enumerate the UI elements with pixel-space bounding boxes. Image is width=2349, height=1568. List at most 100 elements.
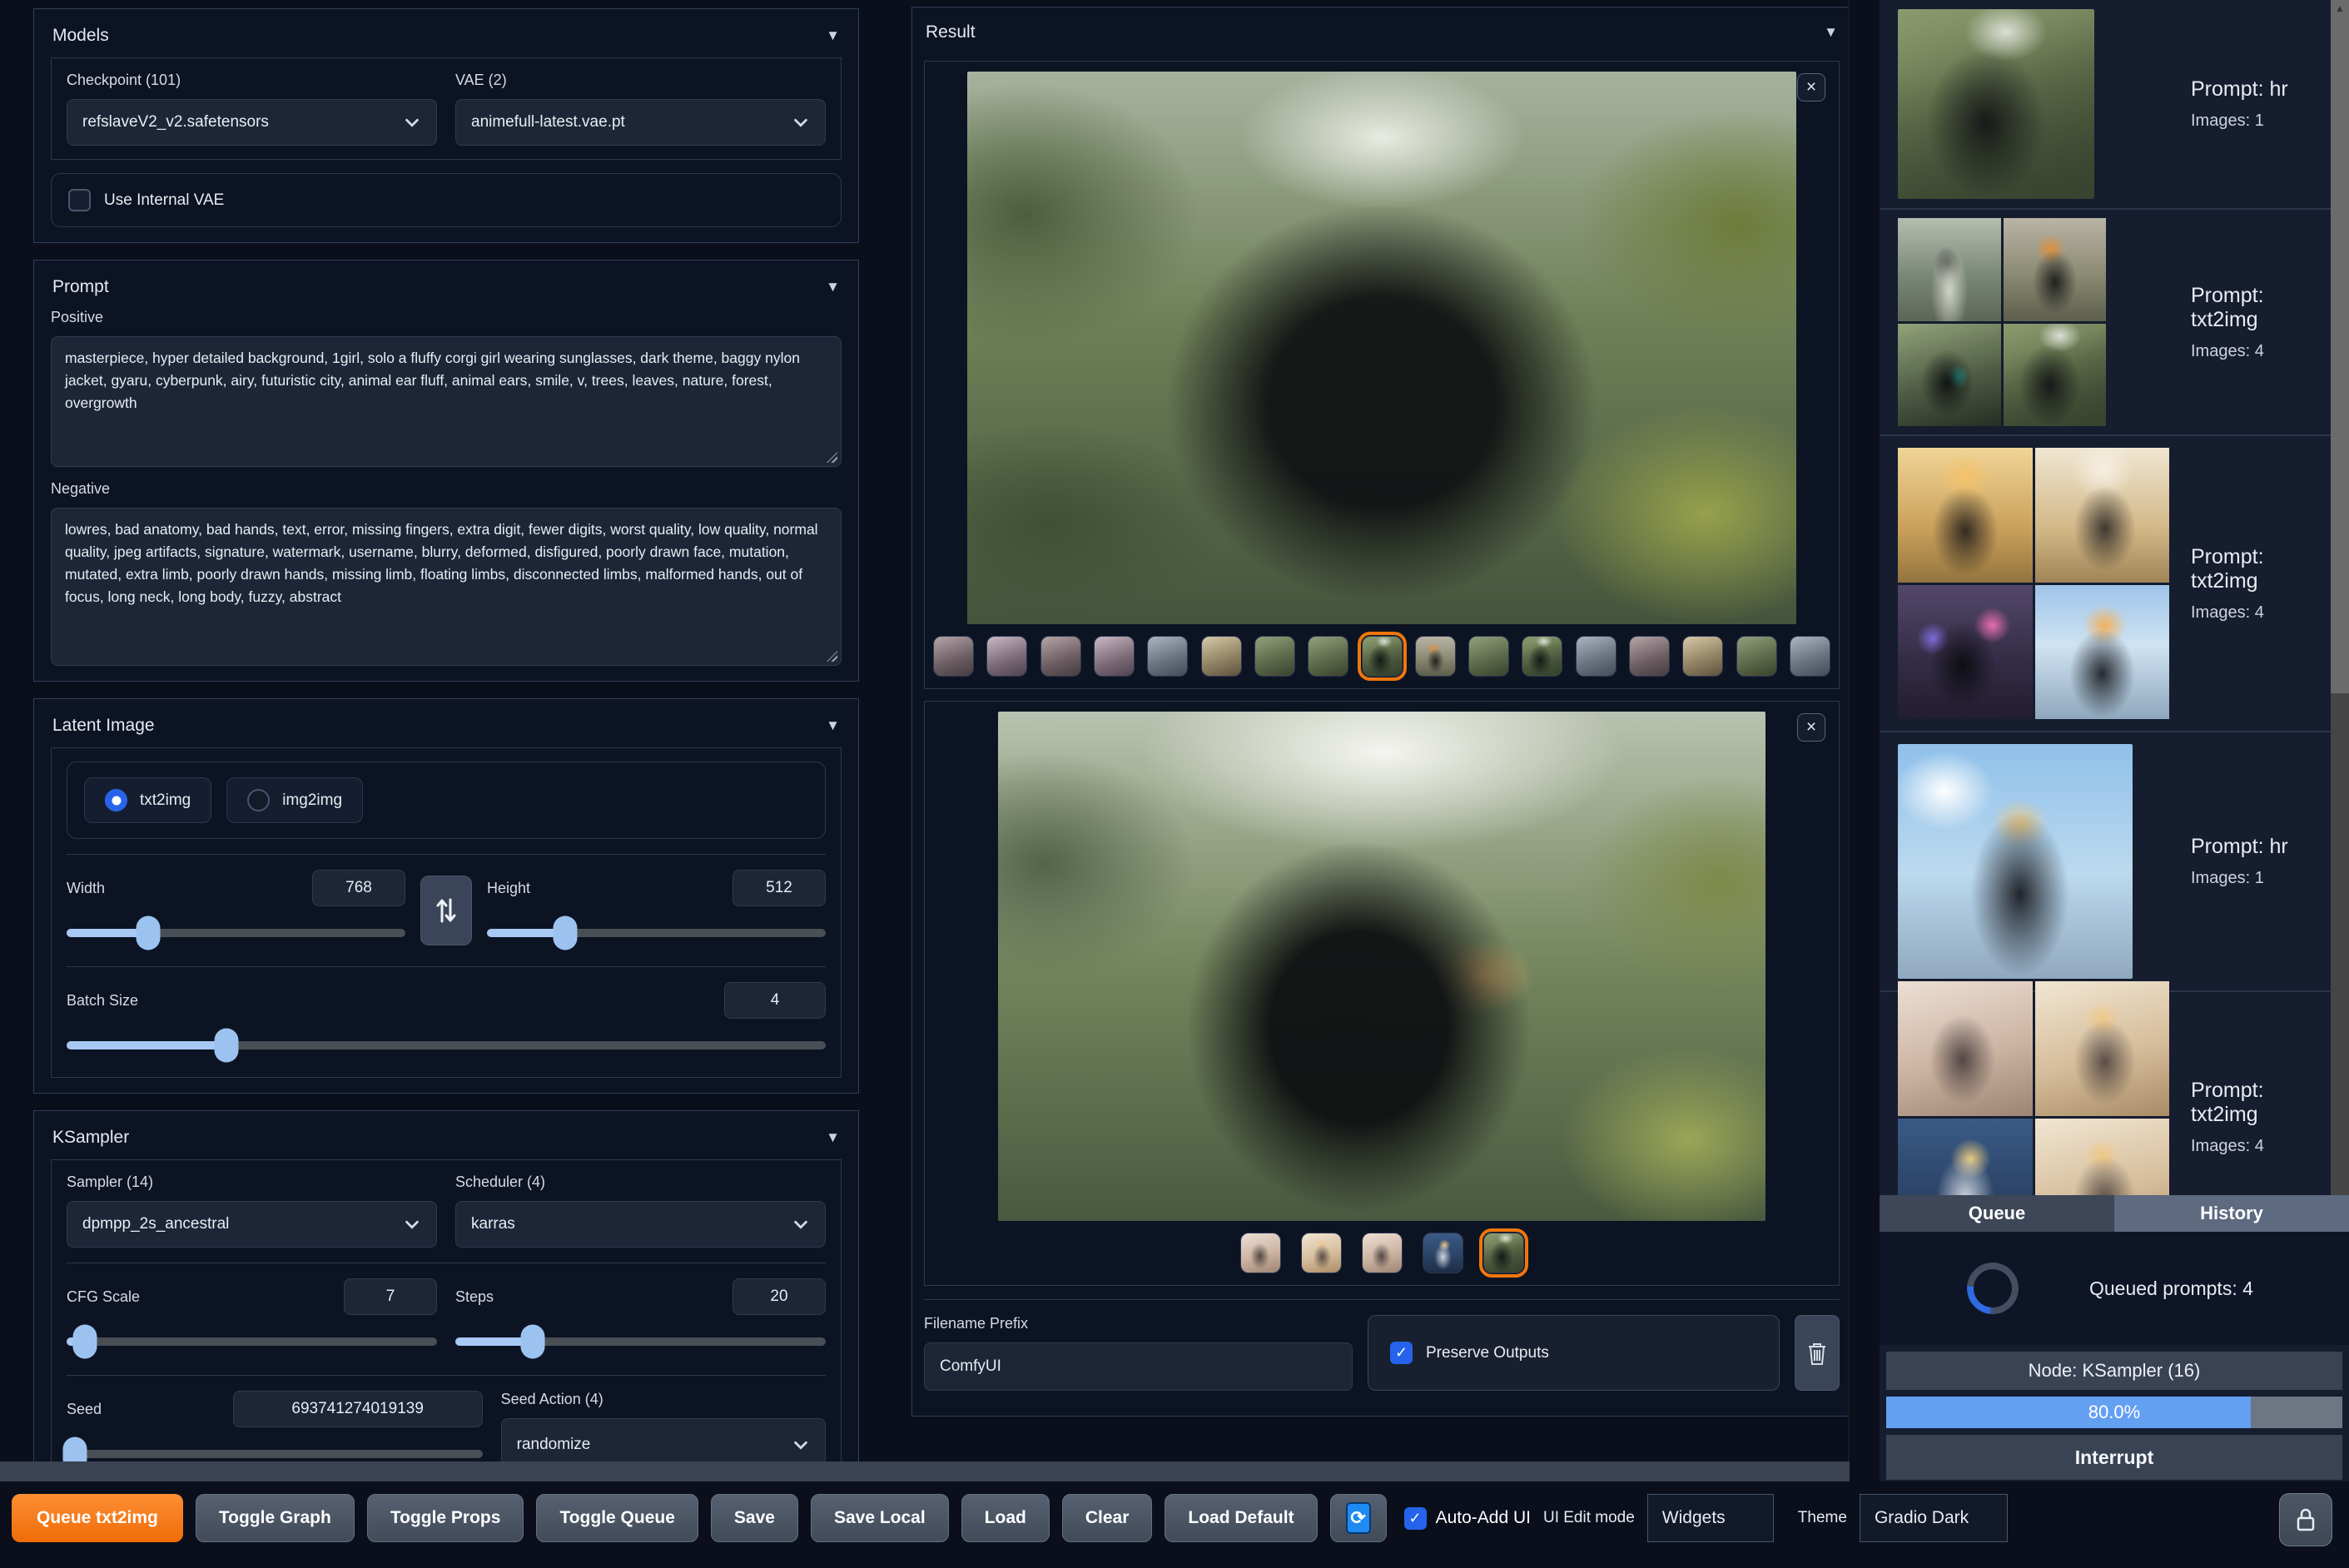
close-icon[interactable]: × bbox=[1797, 73, 1825, 102]
history-item[interactable]: Prompt: hr Images: 1 bbox=[1880, 732, 2349, 992]
ksampler-section-header[interactable]: KSampler ▼ bbox=[51, 1123, 842, 1159]
cfg-slider[interactable] bbox=[67, 1323, 437, 1360]
cfg-slider-knob[interactable] bbox=[72, 1324, 97, 1359]
mode-img2img-option[interactable]: img2img bbox=[226, 777, 364, 823]
scheduler-dropdown[interactable]: karras bbox=[455, 1201, 826, 1248]
use-internal-vae-row[interactable]: Use Internal VAE bbox=[51, 173, 842, 227]
main-vertical-scrollbar[interactable]: ▲ bbox=[1848, 0, 1850, 1481]
models-section-header[interactable]: Models ▼ bbox=[51, 21, 842, 57]
close-icon[interactable]: × bbox=[1797, 713, 1825, 742]
mode-txt2img-option[interactable]: txt2img bbox=[84, 777, 212, 823]
preserve-outputs-checkbox[interactable]: ✓ bbox=[1390, 1342, 1413, 1364]
thumbnail[interactable] bbox=[1147, 636, 1189, 677]
result-header[interactable]: Result ▼ bbox=[924, 17, 1840, 54]
scroll-up-icon[interactable]: ▲ bbox=[1848, 0, 1850, 17]
seed-input[interactable]: 693741274019139 bbox=[232, 1391, 483, 1427]
collapse-icon[interactable]: ▼ bbox=[1824, 24, 1838, 41]
thumbnail[interactable] bbox=[1239, 1233, 1281, 1273]
tab-history[interactable]: History bbox=[2114, 1195, 2349, 1232]
thumbnail[interactable] bbox=[1040, 636, 1081, 677]
tab-queue[interactable]: Queue bbox=[1880, 1195, 2114, 1232]
ui-edit-mode-select[interactable]: Widgets bbox=[1646, 1494, 1774, 1542]
swap-dimensions-button[interactable] bbox=[420, 876, 472, 945]
use-internal-vae-checkbox[interactable] bbox=[68, 189, 91, 211]
positive-prompt-textarea[interactable]: masterpiece, hyper detailed background, … bbox=[51, 336, 842, 467]
history-image[interactable] bbox=[1898, 744, 2133, 979]
main-horizontal-scrollbar[interactable] bbox=[0, 1461, 1850, 1481]
sampler-dropdown[interactable]: dpmpp_2s_ancestral bbox=[67, 1201, 437, 1248]
height-input[interactable]: 512 bbox=[733, 870, 826, 906]
generated-image-main[interactable] bbox=[967, 72, 1796, 624]
thumbnail[interactable] bbox=[1093, 636, 1135, 677]
preserve-outputs-row[interactable]: ✓ Preserve Outputs bbox=[1368, 1315, 1780, 1391]
resize-handle-icon[interactable] bbox=[827, 452, 837, 463]
load-default-button[interactable]: Load Default bbox=[1165, 1494, 1318, 1542]
filename-prefix-input[interactable]: ComfyUI bbox=[924, 1342, 1353, 1391]
collapse-icon[interactable]: ▼ bbox=[826, 279, 840, 295]
width-slider[interactable] bbox=[67, 915, 405, 951]
thumbnail[interactable] bbox=[1736, 636, 1777, 677]
scroll-up-icon[interactable]: ▲ bbox=[2331, 0, 2349, 14]
vae-dropdown[interactable]: animefull-latest.vae.pt bbox=[455, 99, 826, 146]
checkpoint-dropdown[interactable]: refslaveV2_v2.safetensors bbox=[67, 99, 437, 146]
thumbnail[interactable] bbox=[1468, 636, 1510, 677]
thumbnail[interactable] bbox=[1361, 1233, 1403, 1273]
thumbnail[interactable] bbox=[1575, 636, 1616, 677]
clear-outputs-button[interactable] bbox=[1795, 1315, 1840, 1391]
history-item[interactable]: Prompt: txt2img Images: 4 bbox=[1880, 981, 2349, 1195]
queue-txt2img-button[interactable]: Queue txt2img bbox=[12, 1494, 183, 1542]
thumbnail-selected[interactable] bbox=[1478, 1228, 1528, 1278]
width-slider-knob[interactable] bbox=[136, 915, 161, 950]
interrupt-button[interactable]: Interrupt bbox=[1886, 1435, 2342, 1480]
scrollbar-thumb[interactable] bbox=[2331, 0, 2349, 693]
load-button[interactable]: Load bbox=[961, 1494, 1050, 1542]
auto-add-ui-row[interactable]: ✓ Auto-Add UI bbox=[1403, 1506, 1531, 1530]
steps-slider[interactable] bbox=[455, 1323, 826, 1360]
history-item[interactable]: Prompt: hr Images: 1 bbox=[1880, 0, 2349, 210]
steps-slider-knob[interactable] bbox=[520, 1324, 545, 1359]
thumbnail[interactable] bbox=[1308, 636, 1349, 677]
refresh-button[interactable]: ⟳ bbox=[1329, 1494, 1387, 1542]
history-image[interactable] bbox=[1898, 9, 2094, 199]
history-item[interactable]: Prompt: txt2img Images: 4 bbox=[1880, 436, 2349, 732]
resize-handle-icon[interactable] bbox=[827, 651, 837, 662]
lock-ui-button[interactable] bbox=[2279, 1493, 2332, 1546]
save-button[interactable]: Save bbox=[710, 1494, 798, 1542]
history-scrollbar[interactable]: ▲ bbox=[2331, 0, 2349, 1195]
width-input[interactable]: 768 bbox=[312, 870, 405, 906]
history-item[interactable]: Prompt: txt2img Images: 4 bbox=[1880, 210, 2349, 436]
theme-select[interactable]: Gradio Dark bbox=[1859, 1494, 2008, 1542]
batch-size-slider[interactable] bbox=[67, 1027, 826, 1064]
cfg-scale-input[interactable]: 7 bbox=[344, 1278, 437, 1315]
thumbnail[interactable] bbox=[933, 636, 974, 677]
thumbnail[interactable] bbox=[1414, 636, 1456, 677]
thumbnail[interactable] bbox=[1629, 636, 1671, 677]
thumbnail[interactable] bbox=[1790, 636, 1830, 677]
toggle-graph-button[interactable]: Toggle Graph bbox=[195, 1494, 355, 1542]
history-image-grid[interactable] bbox=[1898, 218, 2106, 426]
steps-input[interactable]: 20 bbox=[733, 1278, 826, 1315]
save-local-button[interactable]: Save Local bbox=[810, 1494, 949, 1542]
toggle-props-button[interactable]: Toggle Props bbox=[366, 1494, 524, 1542]
history-image-grid[interactable] bbox=[1898, 981, 2169, 1195]
radio-selected-icon[interactable] bbox=[105, 789, 127, 811]
thumbnail-selected[interactable] bbox=[1357, 632, 1407, 681]
height-slider-knob[interactable] bbox=[553, 915, 578, 950]
thumbnail[interactable] bbox=[1300, 1233, 1342, 1273]
thumbnail[interactable] bbox=[1422, 1233, 1463, 1273]
collapse-icon[interactable]: ▼ bbox=[826, 27, 840, 44]
scrollbar-thumb[interactable] bbox=[0, 1461, 1850, 1481]
radio-unselected-icon[interactable] bbox=[247, 789, 271, 811]
clear-button[interactable]: Clear bbox=[1061, 1494, 1153, 1542]
negative-prompt-textarea[interactable]: lowres, bad anatomy, bad hands, text, er… bbox=[51, 508, 842, 666]
prompt-section-header[interactable]: Prompt ▼ bbox=[51, 272, 842, 309]
batch-size-input[interactable]: 4 bbox=[724, 982, 826, 1019]
batch-slider-knob[interactable] bbox=[214, 1028, 239, 1063]
auto-add-ui-checkbox[interactable]: ✓ bbox=[1403, 1506, 1427, 1530]
thumbnail[interactable] bbox=[1200, 636, 1242, 677]
history-image-grid[interactable] bbox=[1898, 448, 2169, 719]
thumbnail[interactable] bbox=[1682, 636, 1724, 677]
collapse-icon[interactable]: ▼ bbox=[826, 1129, 840, 1146]
generated-image-main-2[interactable] bbox=[998, 712, 1765, 1221]
thumbnail[interactable] bbox=[1522, 636, 1563, 677]
